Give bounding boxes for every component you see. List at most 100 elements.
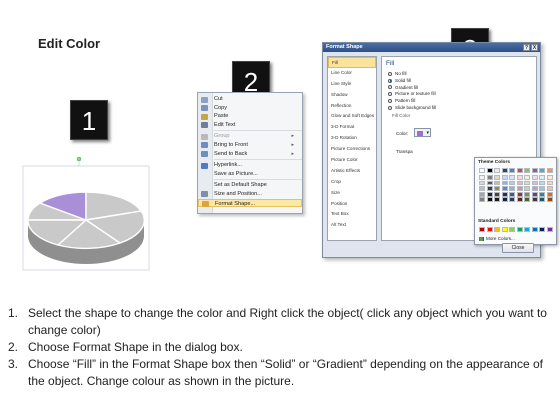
- color-dropdown-button[interactable]: ▾: [414, 128, 431, 137]
- theme-shade-swatch[interactable]: [516, 186, 523, 192]
- theme-shade-swatch[interactable]: [486, 180, 493, 186]
- theme-color-swatch[interactable]: [509, 168, 516, 173]
- theme-shade-swatch[interactable]: [479, 197, 486, 203]
- category-glow-and-soft-edges[interactable]: Glow and Soft Edges: [328, 111, 376, 122]
- theme-color-swatch[interactable]: [486, 168, 493, 173]
- theme-shade-swatch[interactable]: [479, 180, 486, 186]
- theme-shade-swatch[interactable]: [509, 197, 516, 203]
- category-crop[interactable]: Crop: [328, 177, 376, 188]
- standard-color-swatch[interactable]: [546, 227, 553, 232]
- standard-color-swatch[interactable]: [509, 227, 516, 232]
- menu-item-size-and-position[interactable]: Size and Position...: [198, 190, 302, 199]
- theme-shade-swatch[interactable]: [524, 175, 531, 180]
- category-line-color[interactable]: Line Color: [328, 68, 376, 79]
- theme-shade-swatch[interactable]: [494, 180, 501, 186]
- menu-item-cut[interactable]: Cut: [198, 95, 302, 104]
- category-size[interactable]: Size: [328, 188, 376, 199]
- standard-color-swatch[interactable]: [501, 227, 508, 232]
- dialog-titlebar[interactable]: Format Shape ? X: [323, 43, 540, 52]
- theme-shade-swatch[interactable]: [486, 186, 493, 192]
- radio-button[interactable]: [388, 78, 392, 83]
- menu-item-save-as-picture[interactable]: Save as Picture...: [198, 170, 302, 179]
- category-position[interactable]: Position: [328, 199, 376, 210]
- menu-item-set-as-default-shape[interactable]: Set as Default Shape: [198, 181, 302, 190]
- category-text-box[interactable]: Text Box: [328, 209, 376, 220]
- radio-button[interactable]: [388, 98, 392, 103]
- radio-button[interactable]: [388, 71, 392, 76]
- theme-color-swatch[interactable]: [531, 168, 538, 173]
- menu-item-edit-text[interactable]: Edit Text: [198, 121, 302, 130]
- theme-shade-swatch[interactable]: [546, 175, 553, 180]
- theme-shade-swatch[interactable]: [509, 191, 516, 197]
- theme-shade-swatch[interactable]: [486, 175, 493, 180]
- theme-shade-swatch[interactable]: [539, 197, 546, 203]
- theme-shade-swatch[interactable]: [486, 197, 493, 203]
- close-button[interactable]: Close: [502, 243, 534, 253]
- help-button[interactable]: ?: [523, 44, 530, 51]
- theme-shade-swatch[interactable]: [501, 197, 508, 203]
- radio-button[interactable]: [388, 92, 392, 97]
- theme-shade-swatch[interactable]: [516, 175, 523, 180]
- theme-shade-swatch[interactable]: [524, 180, 531, 186]
- theme-shade-swatch[interactable]: [516, 180, 523, 186]
- theme-shade-swatch[interactable]: [501, 191, 508, 197]
- theme-color-swatch[interactable]: [516, 168, 523, 173]
- theme-color-swatch[interactable]: [524, 168, 531, 173]
- category-shadow[interactable]: Shadow: [328, 90, 376, 101]
- theme-shade-swatch[interactable]: [531, 186, 538, 192]
- theme-shade-swatch[interactable]: [539, 180, 546, 186]
- category-picture-corrections[interactable]: Picture Corrections: [328, 144, 376, 155]
- standard-color-swatch[interactable]: [516, 227, 523, 232]
- theme-color-swatch[interactable]: [539, 168, 546, 173]
- standard-color-swatch[interactable]: [494, 227, 501, 232]
- standard-color-swatch[interactable]: [539, 227, 546, 232]
- theme-shade-swatch[interactable]: [494, 175, 501, 180]
- theme-color-swatch[interactable]: [501, 168, 508, 173]
- rotation-handle[interactable]: [76, 156, 82, 162]
- theme-shade-swatch[interactable]: [546, 197, 553, 203]
- category-picture-color[interactable]: Picture Color: [328, 155, 376, 166]
- radio-slide-background-fill[interactable]: Slide background fill: [388, 104, 436, 111]
- theme-shade-swatch[interactable]: [509, 175, 516, 180]
- radio-button[interactable]: [388, 85, 392, 90]
- theme-shade-swatch[interactable]: [479, 175, 486, 180]
- theme-shade-swatch[interactable]: [531, 197, 538, 203]
- more-colors-item[interactable]: More Colors...: [479, 236, 515, 241]
- category-reflection[interactable]: Reflection: [328, 101, 376, 112]
- category-3-d-format[interactable]: 3-D Format: [328, 122, 376, 133]
- theme-shade-swatch[interactable]: [501, 186, 508, 192]
- standard-color-swatch[interactable]: [531, 227, 538, 232]
- theme-shade-swatch[interactable]: [501, 180, 508, 186]
- theme-shade-swatch[interactable]: [539, 191, 546, 197]
- category-fill[interactable]: Fill: [328, 57, 376, 68]
- theme-shade-swatch[interactable]: [546, 191, 553, 197]
- theme-shade-swatch[interactable]: [501, 175, 508, 180]
- menu-item-format-shape[interactable]: Format Shape...: [198, 198, 302, 208]
- standard-color-swatch[interactable]: [486, 227, 493, 232]
- theme-shade-swatch[interactable]: [494, 186, 501, 192]
- category-artistic-effects[interactable]: Artistic Effects: [328, 166, 376, 177]
- theme-shade-swatch[interactable]: [479, 186, 486, 192]
- theme-shade-swatch[interactable]: [479, 191, 486, 197]
- theme-shade-swatch[interactable]: [494, 191, 501, 197]
- theme-shade-swatch[interactable]: [546, 186, 553, 192]
- theme-shade-swatch[interactable]: [524, 186, 531, 192]
- theme-color-swatch[interactable]: [479, 168, 486, 173]
- theme-shade-swatch[interactable]: [486, 191, 493, 197]
- category-3-d-rotation[interactable]: 3-D Rotation: [328, 133, 376, 144]
- menu-item-paste[interactable]: Paste: [198, 112, 302, 121]
- menu-item-hyperlink[interactable]: Hyperlink...: [198, 161, 302, 170]
- theme-shade-swatch[interactable]: [516, 197, 523, 203]
- theme-shade-swatch[interactable]: [509, 186, 516, 192]
- theme-shade-swatch[interactable]: [524, 197, 531, 203]
- menu-item-bring-to-front[interactable]: Bring to Front ▸: [198, 141, 302, 150]
- theme-shade-swatch[interactable]: [516, 191, 523, 197]
- theme-color-swatch[interactable]: [546, 168, 553, 173]
- selected-pie-shape[interactable]: [20, 152, 155, 272]
- radio-button[interactable]: [388, 105, 392, 110]
- category-line-style[interactable]: Line Style: [328, 79, 376, 90]
- standard-color-swatch[interactable]: [524, 227, 531, 232]
- close-x-button[interactable]: X: [531, 44, 538, 51]
- category-alt-text[interactable]: Alt Text: [328, 220, 376, 231]
- standard-color-swatch[interactable]: [479, 227, 486, 232]
